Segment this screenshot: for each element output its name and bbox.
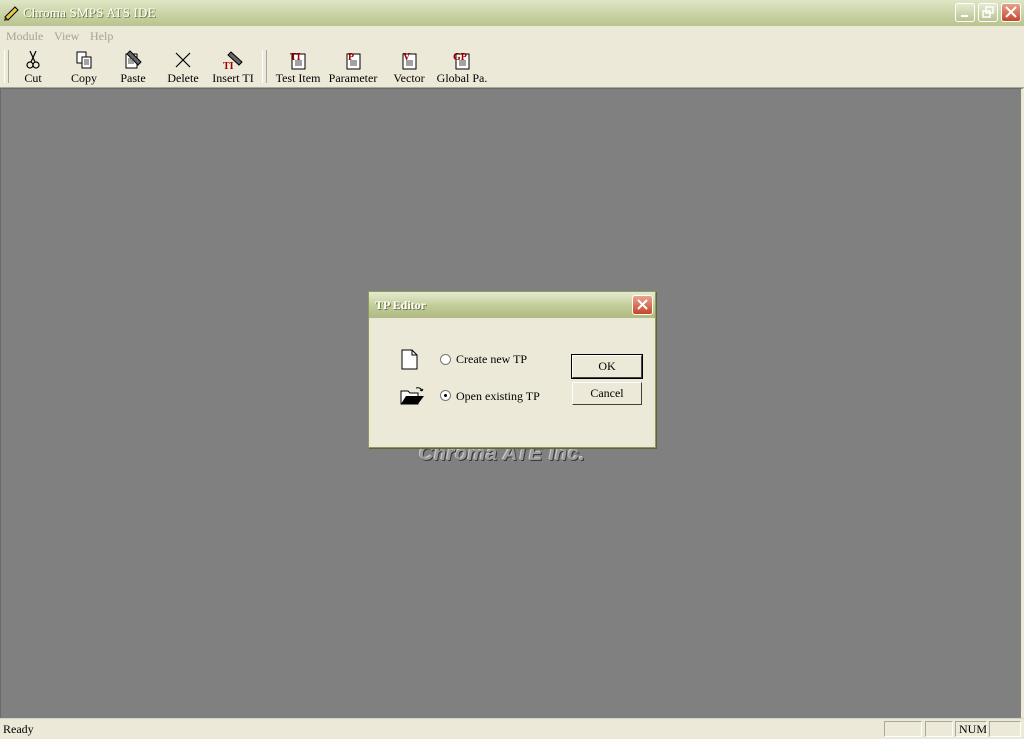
test-item-icon: TI	[290, 52, 306, 70]
delete-x-icon	[175, 52, 191, 68]
close-icon	[637, 299, 648, 310]
insert-ti-label: Insert TI	[212, 71, 254, 85]
svg-text:TI: TI	[290, 52, 301, 63]
svg-text:V: V	[403, 52, 411, 63]
parameter-label: Parameter	[328, 71, 378, 85]
scissors-icon	[26, 50, 40, 69]
cut-button[interactable]: Cut	[14, 48, 52, 85]
close-icon	[1005, 6, 1017, 18]
copy-label: Copy	[70, 71, 97, 85]
close-button[interactable]	[1001, 3, 1021, 22]
parameter-button[interactable]: P Parameter	[328, 48, 378, 85]
insert-ti-button[interactable]: TI Insert TI	[210, 48, 256, 85]
paste-icon	[125, 50, 142, 69]
open-existing-radio[interactable]	[440, 390, 451, 401]
status-bar: Ready NUM	[0, 718, 1024, 739]
test-item-label: Test Item	[275, 71, 321, 85]
menu-help[interactable]: Help	[90, 29, 113, 44]
menu-view[interactable]: View	[54, 29, 79, 44]
restore-button[interactable]	[978, 3, 998, 22]
tp-editor-dialog: TP Editor Create new TP Open existing TP…	[368, 291, 656, 448]
vector-label: Vector	[393, 71, 425, 85]
minimize-icon	[961, 15, 968, 17]
global-param-button[interactable]: GP Global Pa.	[436, 48, 488, 85]
pencil-app-icon	[4, 6, 19, 21]
cut-label: Cut	[24, 71, 42, 85]
dialog-title: TP Editor	[375, 298, 427, 312]
svg-text:P: P	[348, 52, 354, 63]
menu-module[interactable]: Module	[6, 29, 43, 44]
window-title: Chroma SMPS ATS IDE	[23, 5, 156, 20]
paste-button[interactable]: Paste	[114, 48, 152, 85]
delete-button[interactable]: Delete	[164, 48, 202, 85]
dialog-title-bar[interactable]: TP Editor	[369, 292, 655, 318]
copy-button[interactable]: Copy	[64, 48, 104, 85]
status-text: Ready	[3, 722, 34, 736]
open-folder-icon	[400, 387, 424, 405]
paste-label: Paste	[120, 71, 146, 85]
dialog-close-button[interactable]	[632, 295, 653, 315]
create-new-label[interactable]: Create new TP	[456, 352, 527, 367]
svg-text:TI: TI	[223, 61, 234, 70]
status-pane-1	[884, 721, 922, 737]
status-pane-2	[925, 721, 953, 737]
cancel-button[interactable]: Cancel	[572, 382, 642, 405]
minimize-button[interactable]	[955, 3, 975, 22]
ok-button[interactable]: OK	[571, 354, 643, 379]
title-bar[interactable]: Chroma SMPS ATS IDE	[0, 0, 1024, 27]
test-item-button[interactable]: TI Test Item	[274, 48, 322, 85]
menu-bar: Module View Help	[0, 26, 1024, 46]
toolbar-grip[interactable]	[4, 50, 9, 83]
svg-text:GP: GP	[453, 52, 467, 63]
vector-button[interactable]: V Vector	[388, 48, 430, 85]
create-new-radio[interactable]	[440, 354, 451, 365]
toolbar-separator	[262, 50, 267, 83]
toolbar: Cut Copy Paste Delete TI Insert TI TI Te…	[0, 46, 1024, 88]
new-document-icon	[401, 349, 418, 370]
dialog-body: Create new TP Open existing TP OK Cancel	[373, 319, 651, 443]
restore-icon	[982, 6, 994, 18]
global-param-label: Global Pa.	[436, 71, 488, 85]
delete-label: Delete	[167, 71, 199, 85]
global-param-icon: GP	[453, 52, 470, 70]
status-pane-4	[989, 721, 1021, 737]
insert-ti-icon: TI	[223, 51, 243, 70]
open-existing-label[interactable]: Open existing TP	[456, 389, 540, 404]
vector-icon: V	[402, 52, 417, 70]
parameter-icon: P	[346, 52, 361, 70]
num-lock-indicator: NUM	[955, 721, 987, 737]
copy-icon	[76, 51, 92, 69]
